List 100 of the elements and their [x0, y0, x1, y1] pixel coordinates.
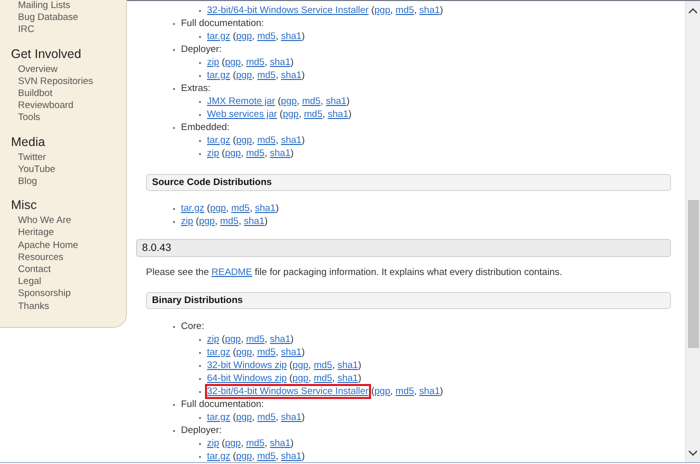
signature-link[interactable]: sha1 [337, 360, 358, 371]
comma: , [240, 438, 244, 449]
sidebar-link[interactable]: Heritage [11, 227, 54, 240]
signature-link[interactable]: md5 [257, 451, 276, 462]
sidebar-link[interactable]: Tools [11, 112, 40, 125]
scrollbar-thumb[interactable] [688, 200, 698, 348]
sidebar-link[interactable]: Blog [11, 176, 38, 188]
sidebar-link[interactable]: Apache Home [11, 240, 78, 252]
signature-link[interactable]: pgp [210, 203, 226, 214]
download-link[interactable]: tar.gz [181, 203, 204, 214]
signature-link[interactable]: md5 [257, 70, 276, 81]
signature-link[interactable]: pgp [236, 451, 252, 462]
signature-link[interactable]: pgp [224, 57, 241, 68]
sidebar-link[interactable]: Legal [11, 276, 42, 288]
sidebar-heading: Media [11, 134, 46, 149]
download-link[interactable]: zip [207, 57, 220, 68]
download-link[interactable]: tar.gz [207, 451, 230, 462]
parenthesis: ) [358, 360, 362, 371]
signature-link[interactable]: md5 [257, 31, 276, 42]
scrollbar[interactable] [685, 1, 700, 462]
signature-link[interactable]: sha1 [280, 70, 302, 81]
signature-link[interactable]: sha1 [419, 5, 440, 16]
signature-link[interactable]: sha1 [280, 412, 302, 423]
signature-link[interactable]: pgp [236, 135, 252, 146]
sidebar-link[interactable]: Sponsorship [11, 288, 71, 301]
signature-link[interactable]: pgp [236, 412, 252, 423]
signature-link[interactable]: md5 [231, 203, 250, 214]
signature-link[interactable]: md5 [246, 334, 265, 345]
signature-link[interactable]: sha1 [270, 57, 290, 68]
signature-link[interactable]: sha1 [270, 334, 290, 345]
sidebar-link[interactable]: Resources [11, 252, 64, 264]
sidebar-link[interactable]: Mailing Lists [11, 0, 70, 12]
sidebar-link[interactable]: SVN Repositories [11, 76, 93, 88]
download-link[interactable]: tar.gz [207, 347, 230, 358]
signature-link[interactable]: pgp [236, 70, 252, 81]
sidebar-link[interactable]: Contact [11, 264, 51, 276]
signature-link[interactable]: md5 [246, 57, 265, 68]
signature-link[interactable]: md5 [220, 216, 239, 227]
sidebar-link[interactable]: YouTube [11, 164, 56, 176]
signature-link[interactable]: sha1 [254, 203, 276, 214]
signature-link[interactable]: sha1 [419, 386, 440, 397]
signature-link[interactable]: sha1 [326, 96, 346, 107]
download-link[interactable]: 64-bit Windows zip [207, 373, 287, 384]
signature-link[interactable]: pgp [374, 5, 390, 16]
signature-link[interactable]: sha1 [280, 451, 302, 462]
signature-link[interactable]: md5 [396, 5, 414, 16]
download-link[interactable]: zip [207, 334, 220, 345]
signature-link[interactable]: sha1 [244, 216, 264, 227]
sidebar-link[interactable]: Bug Database [11, 12, 78, 24]
signature-link[interactable]: md5 [302, 96, 321, 107]
sidebar-link[interactable]: Buildbot [11, 88, 52, 100]
sidebar-link[interactable]: Reviewboard [11, 100, 74, 112]
download-link[interactable]: 32-bit/64-bit Windows Service Installer [207, 386, 369, 397]
signature-link[interactable]: sha1 [280, 135, 302, 146]
signature-link[interactable]: pgp [236, 31, 252, 42]
signature-link[interactable]: pgp [282, 109, 299, 120]
signature-link[interactable]: md5 [257, 135, 276, 146]
download-link[interactable]: zip [207, 438, 220, 449]
download-link[interactable]: 32-bit/64-bit Windows Service Installer [207, 5, 369, 16]
sidebar-link[interactable]: Overview [11, 64, 58, 76]
signature-link[interactable]: pgp [224, 334, 241, 345]
download-link[interactable]: tar.gz [207, 135, 230, 146]
signature-link[interactable]: sha1 [280, 347, 302, 358]
signature-link[interactable]: sha1 [337, 373, 358, 384]
readme-link[interactable]: README [212, 267, 252, 278]
signature-link[interactable]: pgp [224, 148, 241, 159]
download-link[interactable]: Web services jar [207, 109, 278, 120]
signature-link[interactable]: sha1 [270, 148, 290, 159]
signature-link[interactable]: sha1 [280, 31, 302, 42]
version-header: 8.0.43 [136, 239, 671, 257]
signature-link[interactable]: pgp [224, 438, 241, 449]
sidebar-link[interactable]: Twitter [11, 152, 46, 164]
download-link[interactable]: tar.gz [207, 412, 230, 423]
download-link[interactable]: tar.gz [207, 31, 230, 42]
sidebar-link[interactable]: Who We Are [11, 215, 72, 228]
download-link[interactable]: tar.gz [207, 70, 230, 81]
signature-link[interactable]: pgp [198, 216, 215, 227]
sidebar-link[interactable]: IRC [11, 24, 34, 37]
signature-link[interactable]: md5 [257, 412, 276, 423]
signature-link[interactable]: md5 [257, 347, 276, 358]
download-link[interactable]: zip [181, 216, 194, 227]
signature-link[interactable]: md5 [246, 438, 265, 449]
signature-link[interactable]: md5 [246, 148, 265, 159]
signature-link[interactable]: md5 [314, 373, 332, 384]
comma: , [308, 373, 312, 384]
signature-link[interactable]: pgp [374, 386, 390, 397]
sidebar-link[interactable]: Thanks [11, 300, 50, 313]
download-link[interactable]: JMX Remote jar [207, 96, 276, 107]
signature-link[interactable]: sha1 [328, 109, 348, 120]
signature-link[interactable]: pgp [292, 373, 308, 384]
signature-link[interactable]: md5 [314, 360, 332, 371]
download-link[interactable]: 32-bit Windows zip [207, 360, 287, 371]
signature-link[interactable]: pgp [236, 347, 252, 358]
signature-link[interactable]: md5 [304, 109, 322, 120]
comma: , [390, 5, 394, 16]
signature-link[interactable]: sha1 [270, 438, 290, 449]
signature-link[interactable]: md5 [396, 386, 414, 397]
download-link[interactable]: zip [207, 148, 220, 159]
signature-link[interactable]: pgp [292, 360, 308, 371]
signature-link[interactable]: pgp [280, 96, 297, 107]
